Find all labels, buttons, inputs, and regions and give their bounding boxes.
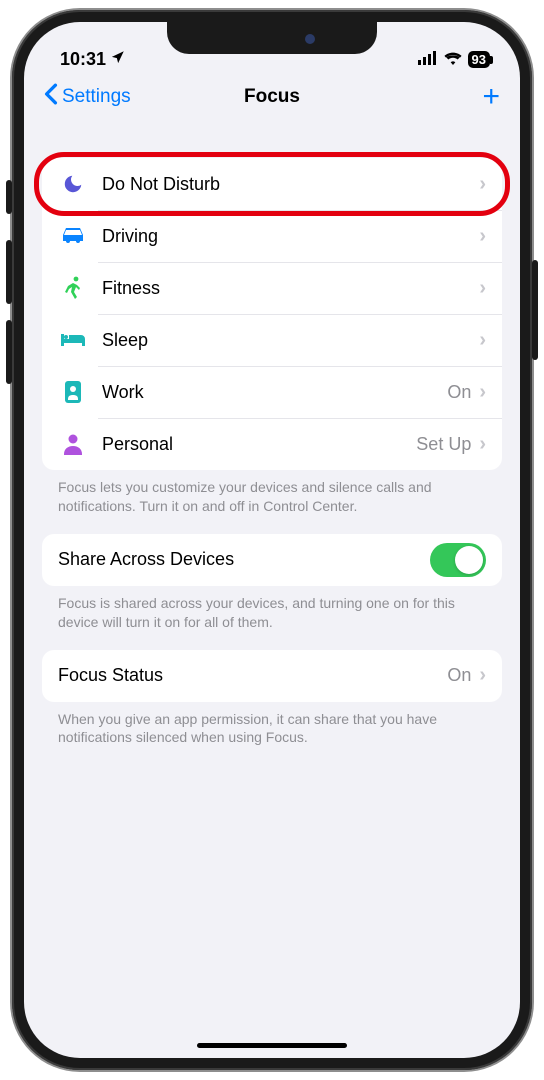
- location-icon: [110, 49, 125, 70]
- row-label: Work: [102, 382, 447, 403]
- row-value: On: [447, 382, 471, 403]
- row-work[interactable]: Work On ›: [42, 366, 502, 418]
- notch: [167, 22, 377, 54]
- chevron-right-icon: ›: [479, 173, 486, 196]
- chevron-right-icon: ›: [479, 277, 486, 300]
- row-personal[interactable]: Personal Set Up ›: [42, 418, 502, 470]
- row-do-not-disturb[interactable]: Do Not Disturb ›: [42, 158, 502, 210]
- car-icon: [58, 221, 88, 251]
- focus-status-footer: When you give an app permission, it can …: [42, 702, 502, 748]
- row-share-across-devices: Share Across Devices: [42, 534, 502, 586]
- badge-icon: [58, 377, 88, 407]
- volume-down-button[interactable]: [6, 320, 12, 384]
- chevron-right-icon: ›: [479, 433, 486, 456]
- row-label: Driving: [102, 226, 471, 247]
- nav-bar: Settings Focus +: [24, 72, 520, 122]
- page-title: Focus: [244, 86, 300, 108]
- wifi-icon: [443, 49, 463, 70]
- volume-up-button[interactable]: [6, 240, 12, 304]
- share-group: Share Across Devices: [42, 534, 502, 586]
- chevron-right-icon: ›: [479, 225, 486, 248]
- share-footer: Focus is shared across your devices, and…: [42, 586, 502, 632]
- bed-icon: [58, 325, 88, 355]
- chevron-right-icon: ›: [479, 329, 486, 352]
- row-sleep[interactable]: Sleep ›: [42, 314, 502, 366]
- share-toggle[interactable]: [430, 543, 486, 577]
- phone-screen: 10:31 93 Settings: [24, 22, 520, 1058]
- back-label: Settings: [62, 86, 131, 108]
- row-driving[interactable]: Driving ›: [42, 210, 502, 262]
- home-indicator[interactable]: [197, 1043, 347, 1048]
- moon-icon: [58, 169, 88, 199]
- cellular-icon: [418, 49, 438, 70]
- row-fitness[interactable]: Fitness ›: [42, 262, 502, 314]
- row-label: Focus Status: [58, 665, 447, 686]
- person-icon: [58, 429, 88, 459]
- focus-modes-group: Do Not Disturb › Driving › Fit: [42, 158, 502, 470]
- row-value: On: [447, 665, 471, 686]
- phone-frame: 10:31 93 Settings: [12, 10, 532, 1070]
- back-button[interactable]: Settings: [44, 83, 131, 111]
- row-focus-status[interactable]: Focus Status On ›: [42, 650, 502, 702]
- plus-icon: +: [482, 80, 500, 113]
- focus-modes-footer: Focus lets you customize your devices an…: [42, 470, 502, 516]
- row-label: Sleep: [102, 330, 471, 351]
- add-button[interactable]: +: [482, 82, 500, 112]
- focus-status-group: Focus Status On ›: [42, 650, 502, 702]
- chevron-left-icon: [44, 83, 58, 111]
- battery-indicator: 93: [468, 51, 490, 68]
- status-time: 10:31: [60, 49, 106, 70]
- row-label: Share Across Devices: [58, 549, 430, 570]
- power-button[interactable]: [532, 260, 538, 360]
- content-scroll[interactable]: Do Not Disturb › Driving › Fit: [24, 122, 520, 1018]
- mute-switch[interactable]: [6, 180, 12, 214]
- chevron-right-icon: ›: [479, 381, 486, 404]
- chevron-right-icon: ›: [479, 664, 486, 687]
- row-value: Set Up: [416, 434, 471, 455]
- row-label: Personal: [102, 434, 416, 455]
- running-icon: [58, 273, 88, 303]
- row-label: Fitness: [102, 278, 471, 299]
- row-label: Do Not Disturb: [102, 174, 471, 195]
